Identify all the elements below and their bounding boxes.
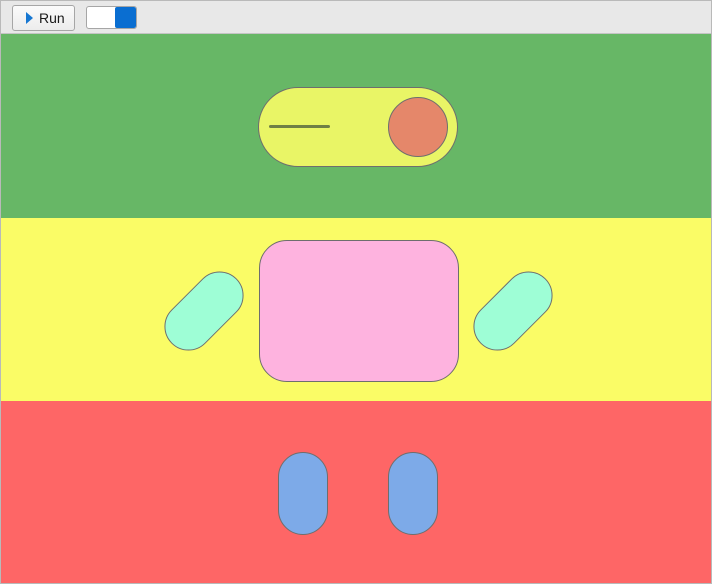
- body-shape[interactable]: [259, 240, 459, 382]
- run-button[interactable]: Run: [12, 5, 75, 31]
- right-arm-shape[interactable]: [463, 261, 563, 361]
- app-window: Run: [0, 0, 712, 584]
- middle-band: [1, 218, 711, 401]
- play-icon: [26, 12, 33, 24]
- toolbar: Run: [1, 1, 711, 34]
- bottom-band: [1, 401, 711, 583]
- switch-line: [269, 125, 330, 128]
- top-band: [1, 34, 711, 218]
- right-leg-shape[interactable]: [388, 452, 438, 535]
- switch-knob[interactable]: [388, 97, 448, 157]
- mode-toggle[interactable]: [86, 6, 137, 29]
- left-leg-shape[interactable]: [278, 452, 328, 535]
- left-arm-shape[interactable]: [154, 261, 254, 361]
- run-button-label: Run: [39, 10, 65, 26]
- toggle-knob: [115, 7, 136, 28]
